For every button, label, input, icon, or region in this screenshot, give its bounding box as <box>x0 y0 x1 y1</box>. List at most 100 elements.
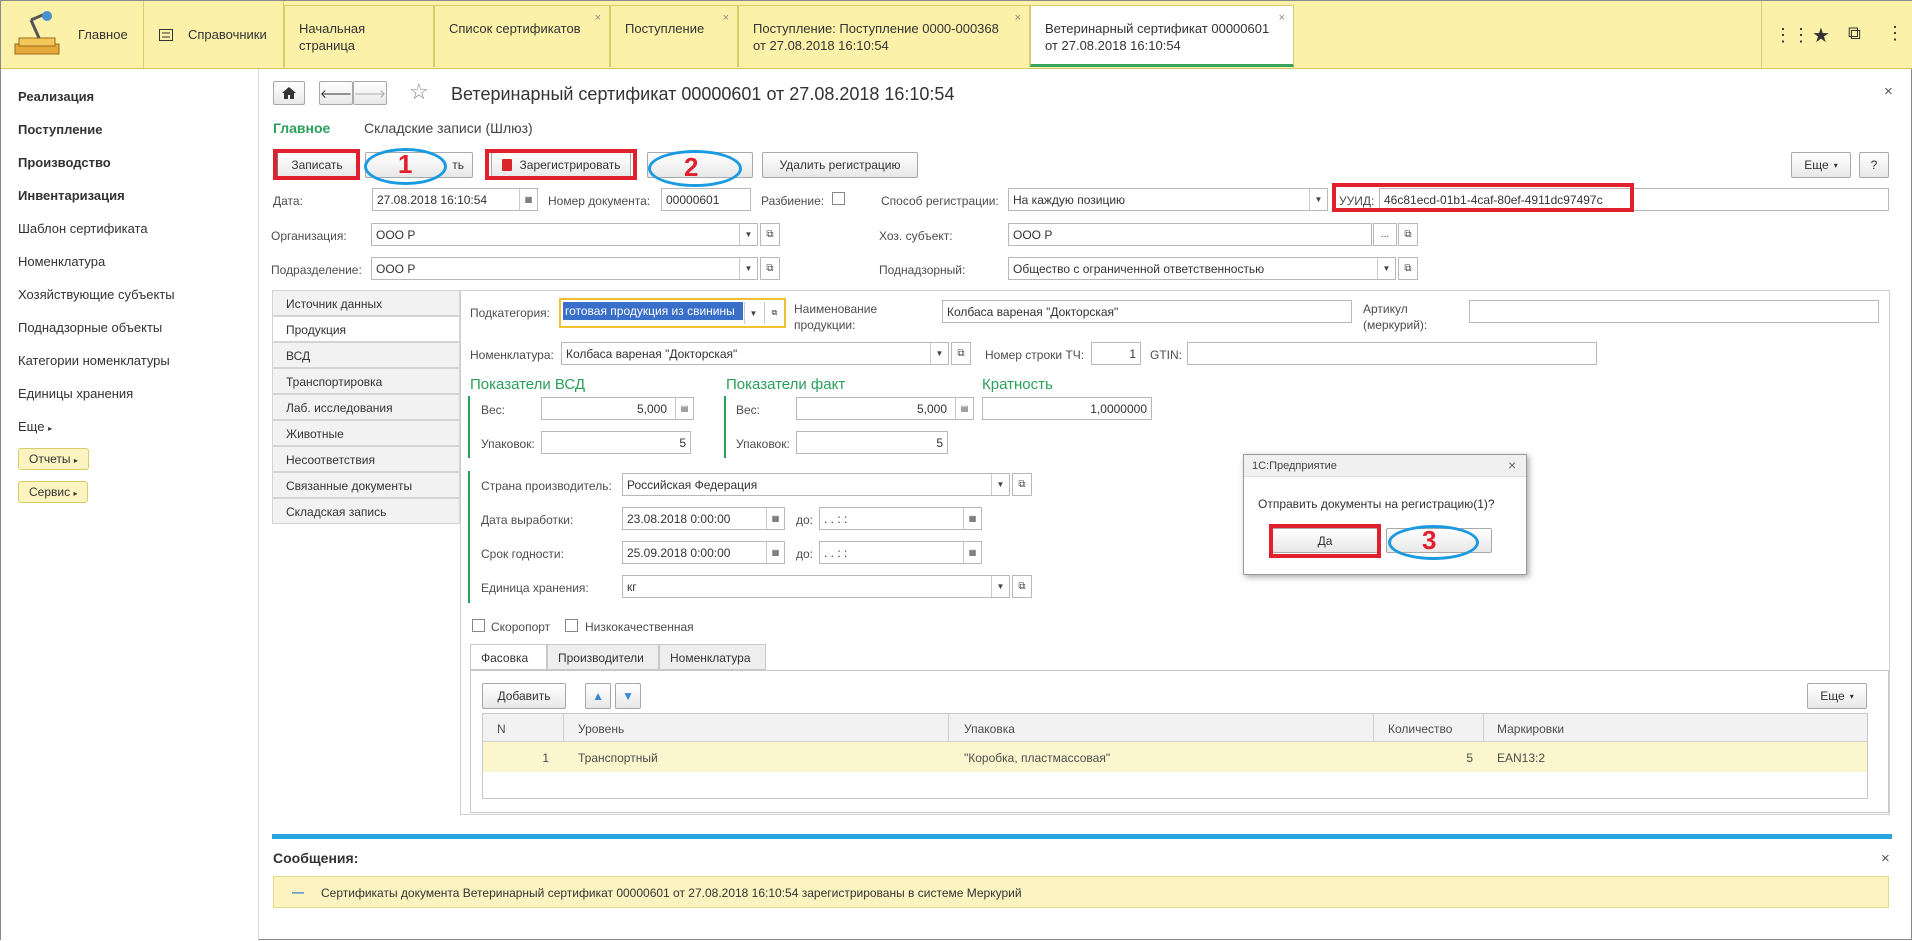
article-field[interactable] <box>1469 300 1879 323</box>
perishable-checkbox[interactable] <box>472 619 485 632</box>
sidebar-item-receipt[interactable]: Поступление <box>18 122 103 137</box>
favorite-star-icon[interactable]: ☆ <box>409 79 429 105</box>
sidebar-item-units[interactable]: Единицы хранения <box>18 386 133 401</box>
close-icon[interactable]: × <box>1279 10 1285 27</box>
sidebar-item-inventory[interactable]: Инвентаризация <box>18 188 125 203</box>
history-icon[interactable]: ⧉ <box>1848 23 1861 44</box>
rownum-field[interactable]: 1 <box>1091 342 1141 365</box>
open-icon[interactable]: ⧉ <box>951 342 971 365</box>
open-icon[interactable]: ⧉ <box>1398 223 1418 246</box>
calendar-icon[interactable]: ▦ <box>766 508 784 529</box>
chevron-down-icon[interactable]: ▼ <box>991 474 1009 495</box>
back-button[interactable]: 🡐 <box>319 81 353 105</box>
unit-select[interactable]: кг ▼ <box>622 575 1010 598</box>
more-button[interactable]: Еще ▾ <box>1791 152 1851 178</box>
date-field[interactable]: 27.08.2018 16:10:54 ▦ <box>372 188 538 211</box>
open-icon[interactable]: ⧉ <box>1012 473 1032 496</box>
tab-receipt-doc[interactable]: Поступление: Поступление 0000-000368 от 2… <box>738 5 1030 67</box>
gtin-field[interactable] <box>1187 342 1597 365</box>
grid-menu-icon[interactable]: ⋮⋮ <box>1774 25 1810 46</box>
tab-receipt[interactable]: Поступление × <box>610 5 738 67</box>
close-icon[interactable]: × <box>595 10 601 27</box>
panel-tab-vsd[interactable]: ВСД <box>272 342 460 368</box>
vsd-weight-field[interactable]: 5,000 ▤ <box>541 397 694 420</box>
close-icon[interactable]: × <box>723 10 729 27</box>
country-select[interactable]: Российская Федерация ▼ <box>622 473 1010 496</box>
subtab-stock-records[interactable]: Складские записи (Шлюз) <box>364 120 533 136</box>
dialog-close-icon[interactable]: × <box>1508 457 1516 473</box>
chevron-down-icon[interactable]: ▼ <box>1309 189 1327 210</box>
add-button[interactable]: Добавить <box>482 683 566 709</box>
subcat-select[interactable]: готовая продукция из свинины ▼ ⧉ <box>559 298 786 328</box>
tab-cert-list[interactable]: Список сертификатов × <box>434 5 610 67</box>
help-button[interactable]: ? <box>1859 152 1889 178</box>
reports-button[interactable]: Отчеты ▸ <box>18 448 89 470</box>
close-messages-icon[interactable]: × <box>1881 850 1890 867</box>
calendar-icon[interactable]: ▦ <box>519 189 537 210</box>
panel-tab-transport[interactable]: Транспортировка <box>272 368 460 394</box>
fact-weight-field[interactable]: 5,000 ▤ <box>796 397 974 420</box>
supervised-select[interactable]: Общество с ограниченной ответственностью… <box>1008 257 1396 280</box>
calendar-icon[interactable]: ▦ <box>963 508 981 529</box>
split-checkbox[interactable] <box>832 192 845 205</box>
calendar-icon[interactable]: ▦ <box>766 542 784 563</box>
panel-tab-linked[interactable]: Связанные документы <box>272 472 460 498</box>
tab-home-page[interactable]: Начальная страница <box>284 5 434 67</box>
nomen-select[interactable]: Колбаса вареная "Докторская" ▼ <box>561 342 949 365</box>
open-icon[interactable]: ⧉ <box>764 302 784 324</box>
calculator-icon[interactable]: ▤ <box>675 398 693 419</box>
panel-tab-animals[interactable]: Животные <box>272 420 460 446</box>
refs-section[interactable]: Справочники <box>144 1 284 69</box>
sidebar-item-sales[interactable]: Реализация <box>18 89 94 104</box>
scroll-icon[interactable]: ⋮ <box>1886 23 1904 44</box>
star-icon[interactable]: ★ <box>1812 23 1830 48</box>
dept-select[interactable]: ООО Р ▼ <box>371 257 758 280</box>
prod-date-field[interactable]: 23.08.2018 0:00:00 ▦ <box>622 507 785 530</box>
panel-tab-products[interactable]: Продукция <box>272 316 460 342</box>
tab-nomenclature[interactable]: Номенклатура <box>659 644 766 670</box>
service-button[interactable]: Сервис ▸ <box>18 481 89 503</box>
forward-button[interactable]: 🡒 <box>353 81 387 105</box>
home-button[interactable] <box>273 81 305 105</box>
sidebar-item-nomenclature[interactable]: Номенклатура <box>18 254 105 269</box>
move-up-button[interactable]: ▲ <box>585 683 611 709</box>
expiry-field[interactable]: 25.09.2018 0:00:00 ▦ <box>622 541 785 564</box>
prod-date-to-field[interactable]: . . : : ▦ <box>819 507 982 530</box>
open-icon[interactable]: ⧉ <box>760 223 780 246</box>
fact-packs-field[interactable]: 5 <box>796 431 948 454</box>
tab-vet-cert[interactable]: Ветеринарный сертификат 00000601 от 27.08… <box>1030 5 1294 67</box>
close-form-icon[interactable]: × <box>1884 83 1893 100</box>
regmode-select[interactable]: На каждую позицию ▼ <box>1008 188 1328 211</box>
open-icon[interactable]: ⧉ <box>760 257 780 280</box>
vsd-packs-field[interactable]: 5 <box>541 431 691 454</box>
org-select[interactable]: ООО Р ▼ <box>371 223 758 246</box>
docnum-field[interactable]: 00000601 <box>661 188 751 211</box>
sidebar-item-production[interactable]: Производство <box>18 155 111 170</box>
subtab-main[interactable]: Главное <box>273 120 330 136</box>
sidebar-item-cert-template[interactable]: Шаблон сертификата <box>18 221 148 236</box>
open-icon[interactable]: ⧉ <box>1012 575 1032 598</box>
lowquality-checkbox[interactable] <box>565 619 578 632</box>
message-item[interactable]: — Сертификаты документа Ветеринарный сер… <box>273 876 1889 908</box>
home-section[interactable]: Главное <box>1 1 144 69</box>
calendar-icon[interactable]: ▦ <box>963 542 981 563</box>
table-row[interactable]: 1 Транспортный "Коробка, пластмассовая" … <box>483 742 1867 772</box>
tab-packing[interactable]: Фасовка <box>470 644 547 670</box>
tab-producers[interactable]: Производители <box>547 644 659 670</box>
panel-tab-source[interactable]: Источник данных <box>272 290 460 316</box>
sidebar-item-categories[interactable]: Категории номенклатуры <box>18 353 170 368</box>
multiplicity-field[interactable]: 1,0000000 <box>982 397 1152 420</box>
move-down-button[interactable]: ▼ <box>615 683 641 709</box>
expiry-to-field[interactable]: . . : : ▦ <box>819 541 982 564</box>
chevron-down-icon[interactable]: ▼ <box>744 302 762 324</box>
chevron-down-icon[interactable]: ▼ <box>739 258 757 279</box>
calculator-icon[interactable]: ▤ <box>955 398 973 419</box>
open-icon[interactable]: ⧉ <box>1398 257 1418 280</box>
sidebar-item-supervised[interactable]: Поднадзорные объекты <box>18 320 162 335</box>
panel-tab-lab[interactable]: Лаб. исследования <box>272 394 460 420</box>
chevron-down-icon[interactable]: ▼ <box>991 576 1009 597</box>
unregister-button[interactable]: Удалить регистрацию <box>762 152 918 178</box>
panel-tab-stock[interactable]: Складская запись <box>272 498 460 524</box>
sidebar-item-more[interactable]: Еще ▸ <box>18 419 52 434</box>
panel-tab-nonconform[interactable]: Несоответствия <box>272 446 460 472</box>
